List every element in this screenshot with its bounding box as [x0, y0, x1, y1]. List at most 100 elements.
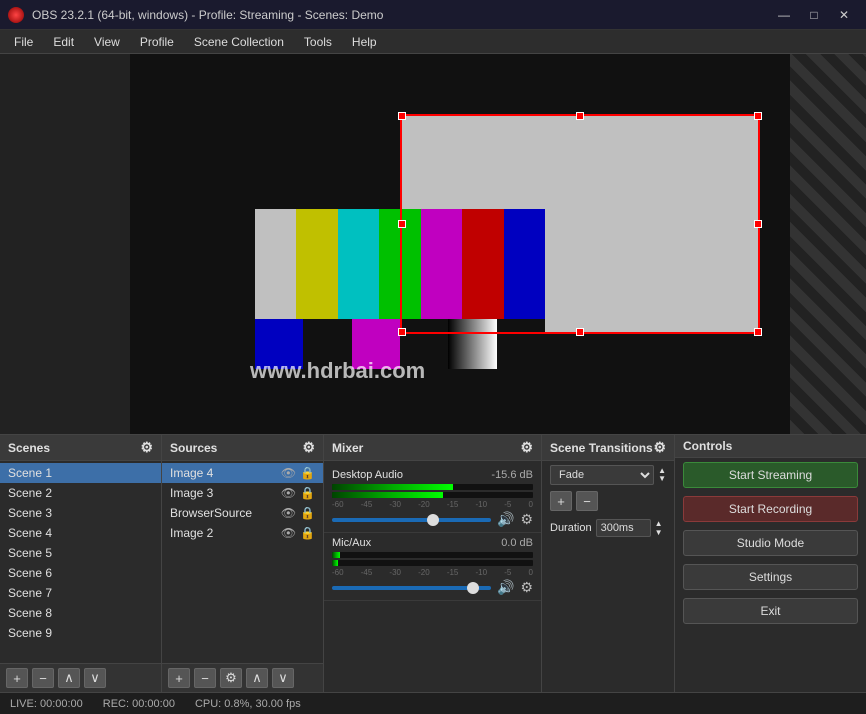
mixer-desktop-settings-icon[interactable]: ⚙ — [520, 511, 533, 528]
sources-footer: + − ⚙ ∧ ∨ — [162, 663, 323, 692]
scenes-move-up-button[interactable]: ∧ — [58, 668, 80, 688]
sources-move-down-button[interactable]: ∨ — [272, 668, 294, 688]
transition-add-button[interactable]: + — [550, 491, 572, 511]
mixer-mic-mute-icon[interactable]: 🔊 — [497, 579, 514, 596]
mixer-desktop-slider-track — [332, 518, 491, 522]
start-recording-button[interactable]: Start Recording — [683, 496, 858, 522]
source-icons: 👁 🔒 — [281, 526, 315, 540]
source-label: BrowserSource — [170, 506, 252, 520]
transition-type-dropdown[interactable]: Fade Cut Swipe Slide Stinger Fade to Col… — [550, 465, 654, 485]
scene-item[interactable]: Scene 6 — [0, 563, 161, 583]
mixer-desktop-slider[interactable] — [332, 513, 491, 527]
mixer-level-fill-top — [332, 484, 453, 490]
duration-input[interactable] — [596, 519, 651, 537]
source-icons: 👁 🔒 — [281, 466, 315, 480]
source-item[interactable]: BrowserSource 👁 🔒 — [162, 503, 323, 523]
mixer-track-mic-db: 0.0 dB — [501, 537, 533, 549]
sources-add-button[interactable]: + — [168, 668, 190, 688]
source-eye-icon[interactable]: 👁 — [281, 526, 296, 540]
watermark-text: www.hdrbai.com — [250, 358, 425, 384]
sources-remove-button[interactable]: − — [194, 668, 216, 688]
mixer-mic-slider[interactable] — [332, 581, 491, 595]
preview-left-bg — [0, 54, 130, 434]
transition-select-row: Fade Cut Swipe Slide Stinger Fade to Col… — [542, 461, 674, 489]
status-rec: REC: 00:00:00 — [103, 698, 175, 710]
menu-file[interactable]: File — [4, 33, 43, 51]
mixer-track-desktop-meter-top — [332, 484, 533, 490]
mixer-title: Mixer — [332, 441, 363, 455]
sources-list: Image 4 👁 🔒 Image 3 👁 🔒 BrowserSource — [162, 461, 323, 663]
duration-arrows[interactable]: ▲ ▼ — [655, 519, 663, 537]
source-eye-icon[interactable]: 👁 — [281, 506, 296, 520]
transition-remove-button[interactable]: − — [576, 491, 598, 511]
menu-bar: File Edit View Profile Scene Collection … — [0, 30, 866, 54]
sources-config-icon[interactable]: ⚙ — [302, 439, 315, 456]
settings-button[interactable]: Settings — [683, 564, 858, 590]
menu-edit[interactable]: Edit — [43, 33, 84, 51]
smpte-top-bars — [255, 209, 545, 319]
menu-view[interactable]: View — [84, 33, 130, 51]
scene-item[interactable]: Scene 7 — [0, 583, 161, 603]
scene-item[interactable]: Scene 5 — [0, 543, 161, 563]
scenes-title: Scenes — [8, 441, 50, 455]
source-lock-icon[interactable]: 🔒 — [300, 526, 315, 540]
scenes-config-icon[interactable]: ⚙ — [140, 439, 153, 456]
mixer-mic-tick-labels: -60-45-30-20-15-10-50 — [332, 568, 533, 577]
transitions-config-icon[interactable]: ⚙ — [653, 439, 666, 456]
mixer-track-mic-meter-bot — [332, 560, 533, 566]
mixer-track-desktop-header: Desktop Audio -15.6 dB — [332, 469, 533, 481]
source-eye-icon[interactable]: 👁 — [281, 486, 296, 500]
maximize-button[interactable]: □ — [800, 5, 828, 25]
scene-item[interactable]: Scene 9 — [0, 623, 161, 643]
source-label: Image 4 — [170, 466, 213, 480]
source-item[interactable]: Image 2 👁 🔒 — [162, 523, 323, 543]
transitions-panel: Scene Transitions ⚙ Fade Cut Swipe Slide… — [542, 435, 675, 692]
menu-tools[interactable]: Tools — [294, 33, 342, 51]
source-item[interactable]: Image 3 👁 🔒 — [162, 483, 323, 503]
transitions-header: Scene Transitions ⚙ — [542, 435, 674, 461]
source-item[interactable]: Image 4 👁 🔒 — [162, 463, 323, 483]
sources-move-up-button[interactable]: ∧ — [246, 668, 268, 688]
scenes-panel: Scenes ⚙ Scene 1 Scene 2 Scene 3 Scene 4… — [0, 435, 162, 692]
scenes-list: Scene 1 Scene 2 Scene 3 Scene 4 Scene 5 … — [0, 461, 161, 663]
mixer-config-icon[interactable]: ⚙ — [520, 439, 533, 456]
title-bar-text: OBS 23.2.1 (64-bit, windows) - Profile: … — [32, 8, 383, 22]
duration-up-icon[interactable]: ▲ — [655, 519, 663, 528]
close-button[interactable]: ✕ — [830, 5, 858, 25]
minimize-button[interactable]: — — [770, 5, 798, 25]
source-eye-icon[interactable]: 👁 — [281, 466, 296, 480]
studio-mode-button[interactable]: Studio Mode — [683, 530, 858, 556]
sources-header: Sources ⚙ — [162, 435, 323, 461]
mixer-mic-slider-thumb[interactable] — [467, 582, 479, 594]
window-controls[interactable]: — □ ✕ — [770, 5, 858, 25]
scene-item[interactable]: Scene 8 — [0, 603, 161, 623]
menu-profile[interactable]: Profile — [130, 33, 184, 51]
scenes-add-button[interactable]: + — [6, 668, 28, 688]
source-lock-icon[interactable]: 🔒 — [300, 506, 315, 520]
mixer-mic-settings-icon[interactable]: ⚙ — [520, 579, 533, 596]
scenes-move-down-button[interactable]: ∨ — [84, 668, 106, 688]
scene-item[interactable]: Scene 3 — [0, 503, 161, 523]
mixer-track-desktop-db: -15.6 dB — [491, 469, 533, 481]
mixer-desktop-slider-thumb[interactable] — [427, 514, 439, 526]
sources-settings-button[interactable]: ⚙ — [220, 668, 242, 688]
preview-black-top — [130, 54, 660, 114]
source-lock-icon[interactable]: 🔒 — [300, 466, 315, 480]
source-lock-icon[interactable]: 🔒 — [300, 486, 315, 500]
start-streaming-button[interactable]: Start Streaming — [683, 462, 858, 488]
mixer-desktop-mute-icon[interactable]: 🔊 — [497, 511, 514, 528]
mixer-track-desktop-name: Desktop Audio — [332, 469, 403, 481]
menu-help[interactable]: Help — [342, 33, 387, 51]
menu-scene-collection[interactable]: Scene Collection — [184, 33, 294, 51]
scene-item[interactable]: Scene 2 — [0, 483, 161, 503]
scene-item[interactable]: Scene 4 — [0, 523, 161, 543]
transition-arrows[interactable]: ▲ ▼ — [658, 467, 666, 483]
status-bar: LIVE: 00:00:00 REC: 00:00:00 CPU: 0.8%, … — [0, 692, 866, 714]
sources-panel: Sources ⚙ Image 4 👁 🔒 Image 3 👁 🔒 — [162, 435, 324, 692]
scenes-remove-button[interactable]: − — [32, 668, 54, 688]
duration-down-icon[interactable]: ▼ — [655, 528, 663, 537]
duration-label: Duration — [550, 522, 592, 534]
scene-item[interactable]: Scene 1 — [0, 463, 161, 483]
exit-button[interactable]: Exit — [683, 598, 858, 624]
scenes-header: Scenes ⚙ — [0, 435, 161, 461]
